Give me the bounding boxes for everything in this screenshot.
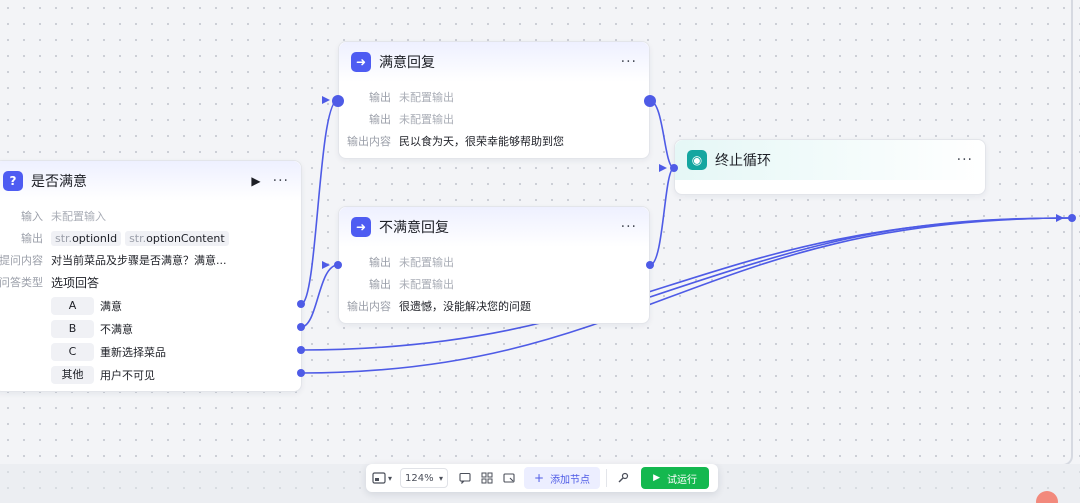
wrench-icon xyxy=(618,472,629,483)
arrow-unhappy xyxy=(322,261,330,269)
more-options-icon[interactable]: ··· xyxy=(621,219,637,235)
more-options-icon[interactable]: ··· xyxy=(273,173,289,189)
output-content-value: 民以食为天，很荣幸能够帮助到您 xyxy=(399,135,564,148)
option-other: 其他 用户不可见 xyxy=(51,366,155,384)
zoom-value: 124% xyxy=(405,472,434,484)
output-value: 未配置输出 xyxy=(399,113,454,126)
test-run-button[interactable]: ▶ 试运行 xyxy=(641,467,709,489)
toolbar-divider xyxy=(606,469,608,487)
node-is-satisfied[interactable]: ? 是否满意 ▶ ··· 输入 未配置输入 输出 str.optionId str.… xyxy=(0,160,302,392)
edge-happy-to-stop xyxy=(649,100,675,169)
input-label: 输入 xyxy=(21,210,43,223)
question-label: 提问内容 xyxy=(0,254,43,267)
option-a: A 满意 xyxy=(51,297,122,315)
output-value: 未配置输出 xyxy=(399,256,454,269)
output-tag-option-content: str.optionContent xyxy=(125,230,229,246)
output-label: 输出 xyxy=(369,256,391,269)
play-icon: ▶ xyxy=(653,473,660,483)
comment-icon xyxy=(459,472,471,484)
port-option-other[interactable] xyxy=(297,369,305,377)
edge-a-to-happy xyxy=(300,99,339,305)
output-label: 输出 xyxy=(369,278,391,291)
port-happy-out[interactable] xyxy=(644,95,656,107)
arrow-happy xyxy=(322,96,330,104)
add-node-label: 添加节点 xyxy=(550,474,591,486)
reply-arrow-icon: ➜ xyxy=(351,217,371,237)
qtype-value: 选项回答 xyxy=(51,275,100,290)
node-header: ➜ 满意回复 ··· xyxy=(339,42,649,82)
layout-button[interactable] xyxy=(476,468,498,488)
port-option-c[interactable] xyxy=(297,346,305,354)
question-icon: ? xyxy=(3,171,23,191)
plus-icon: + xyxy=(534,471,545,485)
output-value: 未配置输出 xyxy=(399,278,454,291)
node-title: 终止循环 xyxy=(715,153,771,169)
output-value: 未配置输出 xyxy=(399,91,454,104)
output-label: 输出 xyxy=(369,113,391,126)
minimap-toggle-button[interactable]: ▾ xyxy=(370,468,394,488)
add-node-button[interactable]: + 添加节点 xyxy=(524,467,601,489)
port-stop-in[interactable] xyxy=(670,164,678,172)
node-title: 满意回复 xyxy=(379,55,435,71)
debug-tools-button[interactable] xyxy=(613,468,633,488)
grid-layout-icon xyxy=(481,472,493,484)
port-unhappy-out[interactable] xyxy=(646,261,654,269)
port-loop-end[interactable] xyxy=(1068,214,1076,222)
output-tag-option-id: str.optionId xyxy=(51,230,122,246)
arrow-stop xyxy=(659,164,667,172)
zoom-select[interactable]: 124% ▾ xyxy=(400,468,448,488)
port-happy-in[interactable] xyxy=(332,95,344,107)
canvas-toolbar: ▾ 124% ▾ + 添加节点 ▶ 试运行 xyxy=(366,464,718,492)
output-content-label: 输出内容 xyxy=(347,300,391,313)
edge-unhappy-to-stop xyxy=(649,167,675,266)
output-label: 输出 xyxy=(21,232,43,245)
play-icon[interactable]: ▶ xyxy=(251,174,260,188)
qtype-label: 问答类型 xyxy=(0,276,43,289)
reply-arrow-icon: ➜ xyxy=(351,52,371,72)
node-header: ? 是否满意 ▶ ··· xyxy=(0,161,301,201)
fit-view-button[interactable] xyxy=(498,468,520,488)
more-options-icon[interactable]: ··· xyxy=(621,54,637,70)
node-unhappy-reply[interactable]: ➜ 不满意回复 ··· 输出 未配置输出 输出 未配置输出 输出内容 很遗憾，没能解决… xyxy=(338,206,650,324)
arrow-end xyxy=(1056,214,1064,222)
output-content-label: 输出内容 xyxy=(347,135,391,148)
chevron-down-icon: ▾ xyxy=(438,473,443,483)
node-header: ➜ 不满意回复 ··· xyxy=(339,207,649,247)
option-b: B 不满意 xyxy=(51,320,133,338)
node-title: 不满意回复 xyxy=(379,220,449,236)
output-label: 输出 xyxy=(369,91,391,104)
option-c: C 重新选择菜品 xyxy=(51,343,166,361)
node-stop-loop[interactable]: ◉ 终止循环 ··· xyxy=(674,139,986,195)
question-value: 对当前菜品及步骤是否满意？满意... xyxy=(51,254,227,267)
more-options-icon[interactable]: ··· xyxy=(957,152,973,168)
stop-circle-icon: ◉ xyxy=(687,150,707,170)
port-unhappy-in[interactable] xyxy=(334,261,342,269)
node-title: 是否满意 xyxy=(31,174,87,190)
input-value: 未配置输入 xyxy=(51,210,106,223)
edge-unhappy-to-end xyxy=(649,217,1071,298)
node-happy-reply[interactable]: ➜ 满意回复 ··· 输出 未配置输出 输出 未配置输出 输出内容 民以食为天，很荣幸… xyxy=(338,41,650,159)
fit-view-icon xyxy=(503,473,515,483)
port-option-b[interactable] xyxy=(297,323,305,331)
comment-button[interactable] xyxy=(454,468,476,488)
port-option-a[interactable] xyxy=(297,300,305,308)
output-content-value: 很遗憾，没能解决您的问题 xyxy=(399,300,531,313)
node-header: ◉ 终止循环 ··· xyxy=(675,140,985,180)
test-run-label: 试运行 xyxy=(666,474,697,486)
minimap-icon xyxy=(372,472,386,484)
chevron-down-icon: ▾ xyxy=(387,473,392,483)
